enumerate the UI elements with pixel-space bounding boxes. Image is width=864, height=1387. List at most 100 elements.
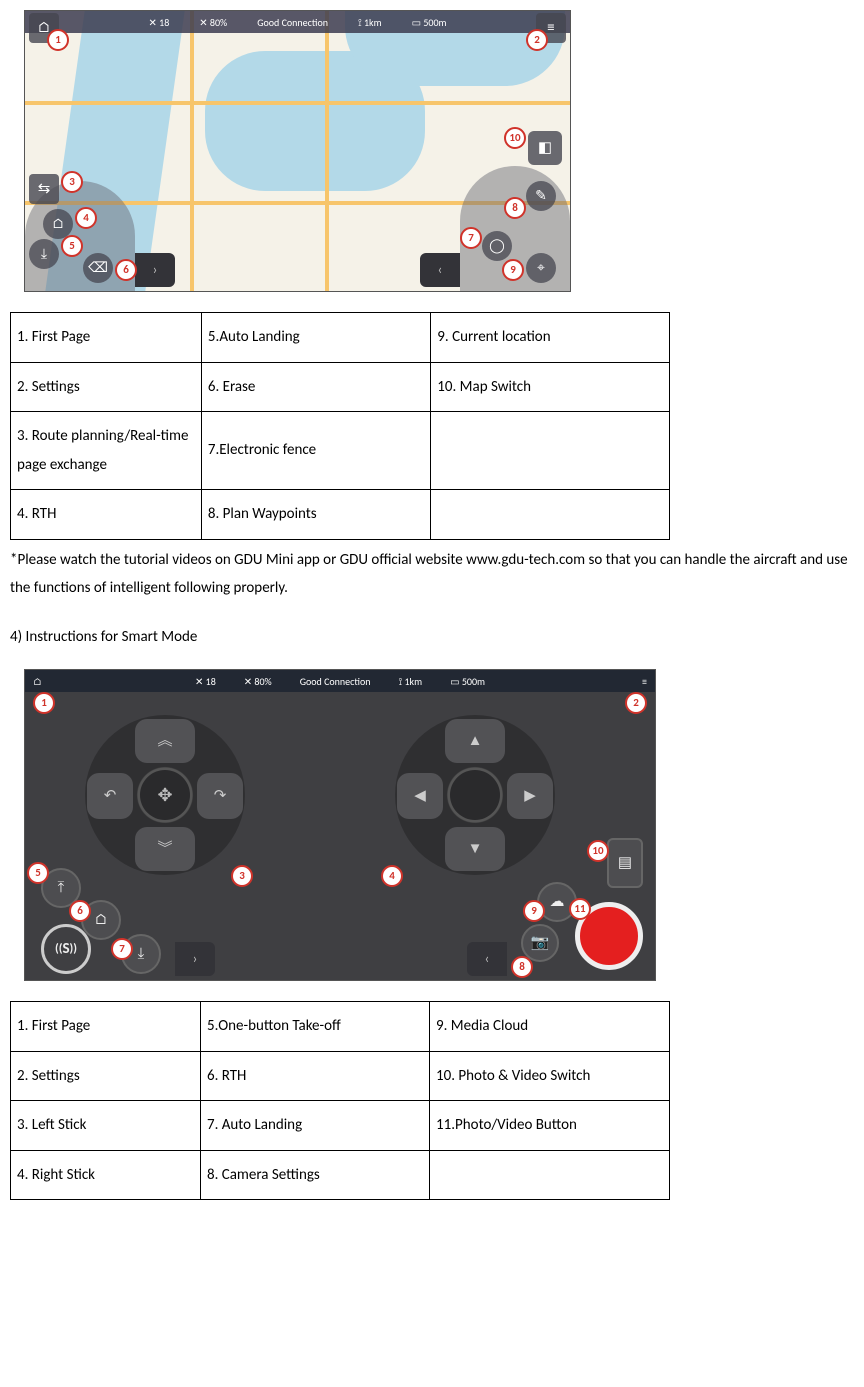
callout-4: 4	[381, 865, 403, 887]
stick-left[interactable]: ◀	[397, 773, 443, 819]
table-row: 4. RTH 8. Plan Waypoints	[11, 490, 670, 540]
table-row: 1. First Page 5.Auto Landing 9. Current …	[11, 313, 670, 363]
stick-hub	[450, 770, 500, 820]
cell: 7.Electronic fence	[201, 412, 430, 490]
battery-icon: ✕ 80%	[199, 13, 227, 32]
stick-down[interactable]: ▼	[445, 827, 505, 871]
table-row: 2. Settings 6. RTH 10. Photo & Video Swi…	[11, 1051, 670, 1101]
stick-right[interactable]: ↷	[197, 773, 243, 819]
cell	[430, 1150, 670, 1200]
cell	[431, 490, 670, 540]
connection-status: Good Connection	[300, 672, 371, 691]
cell: 4. Right Stick	[11, 1150, 201, 1200]
connection-status: Good Connection	[257, 13, 328, 32]
batt-value: 80%	[254, 675, 271, 688]
sat-readout: ✕ 18	[195, 672, 216, 691]
callout-1: 1	[33, 692, 55, 714]
cell: 6. RTH	[200, 1051, 429, 1101]
smart-mode-button[interactable]: ((S))	[41, 924, 91, 974]
photo-video-switch[interactable]: ▤	[607, 838, 643, 888]
home-icon[interactable]: ⌂	[33, 672, 42, 691]
road	[325, 11, 329, 291]
road	[25, 101, 570, 105]
table-row: 1. First Page 5.One-button Take-off 9. M…	[11, 1002, 670, 1052]
height-value: 500m	[462, 675, 485, 688]
cell: 2. Settings	[11, 1051, 201, 1101]
map-switch-button[interactable]: ◧	[528, 131, 562, 165]
cell: 6. Erase	[201, 362, 430, 412]
figure-smart-mode: ⌂ ✕ 18 ✕ 80% Good Connection ⟟ 1km ▭ 500…	[24, 669, 656, 981]
stick-right[interactable]: ▶	[507, 773, 553, 819]
callout-7: 7	[111, 938, 133, 960]
stick-left[interactable]: ↶	[87, 773, 133, 819]
batt-value: 80%	[210, 16, 227, 29]
status-bar: ⌂ ✕ 18 ✕ 80% Good Connection ⟟ 1km ▭ 500…	[25, 670, 655, 692]
sat-value: 18	[159, 16, 169, 29]
section-heading: 4) Instructions for Smart Mode	[10, 623, 854, 652]
expand-right-button[interactable]: ‹	[467, 942, 507, 976]
callout-6: 6	[115, 259, 137, 281]
callout-11: 11	[569, 898, 591, 920]
callout-2: 2	[526, 29, 548, 51]
cell: 10. Map Switch	[431, 362, 670, 412]
cell: 10. Photo & Video Switch	[430, 1051, 670, 1101]
left-stick[interactable]: ︽ ︾ ↶ ↷ ✥	[85, 715, 245, 875]
table-row: 3. Route planning/Real-time page exchang…	[11, 412, 670, 490]
cell: 3. Left Stick	[11, 1101, 201, 1151]
height-readout: ▭ 500m	[450, 672, 485, 691]
expand-left-button[interactable]: ›	[135, 253, 175, 287]
table-row: 2. Settings 6. Erase 10. Map Switch	[11, 362, 670, 412]
callout-8: 8	[511, 956, 533, 978]
page-exchange-button[interactable]: ⇆	[29, 174, 59, 204]
cell: 9. Current location	[431, 313, 670, 363]
sat-value: 18	[206, 675, 216, 688]
cell: 4. RTH	[11, 490, 202, 540]
stick-down[interactable]: ︾	[135, 827, 195, 871]
menu-icon[interactable]: ≡	[642, 672, 647, 691]
callout-5: 5	[27, 862, 49, 884]
stick-up[interactable]: ▲	[445, 719, 505, 763]
cell: 1. First Page	[11, 313, 202, 363]
cell: 11.Photo/Video Button	[430, 1101, 670, 1151]
callout-5: 5	[61, 235, 83, 257]
batt-readout: ✕ 80%	[244, 672, 272, 691]
road	[190, 11, 194, 291]
dist-readout: ⟟ 1km	[399, 672, 423, 691]
erase-button[interactable]: ⌫	[83, 253, 113, 283]
legend-table-1: 1. First Page 5.Auto Landing 9. Current …	[10, 312, 670, 540]
footnote-text: *Please watch the tutorial videos on GDU…	[10, 546, 854, 603]
callout-6: 6	[69, 900, 91, 922]
waypoint-button[interactable]: ✎	[526, 181, 556, 211]
status-bar: ✕ 18 ✕ 80% Good Connection ⟟ 1km ▭ 500m	[25, 11, 570, 33]
cell: 3. Route planning/Real-time page exchang…	[11, 412, 202, 490]
fence-button[interactable]: ◯	[482, 231, 512, 261]
cell: 1. First Page	[11, 1002, 201, 1052]
callout-7: 7	[460, 227, 482, 249]
legend-table-2: 1. First Page 5.One-button Take-off 9. M…	[10, 1001, 670, 1200]
cell: 9. Media Cloud	[430, 1002, 670, 1052]
stick-up[interactable]: ︽	[135, 719, 195, 763]
dist-value: 1km	[404, 675, 422, 688]
callout-8: 8	[504, 197, 526, 219]
location-button[interactable]: ⌖	[526, 253, 556, 283]
auto-landing-button[interactable]: ⤓	[29, 239, 59, 269]
cell	[431, 412, 670, 490]
height-value: 500m	[423, 16, 446, 29]
height-icon: ▭ 500m	[412, 13, 447, 32]
distance-icon: ⟟ 1km	[358, 13, 382, 32]
callout-2: 2	[625, 692, 647, 714]
table-row: 3. Left Stick 7. Auto Landing 11.Photo/V…	[11, 1101, 670, 1151]
callout-4: 4	[75, 207, 97, 229]
cell: 2. Settings	[11, 362, 202, 412]
expand-right-button[interactable]: ‹	[420, 253, 460, 287]
cell: 7. Auto Landing	[200, 1101, 429, 1151]
sat-icon: ✕ 18	[148, 13, 169, 32]
callout-1: 1	[47, 29, 69, 51]
callout-10: 10	[587, 840, 609, 862]
callout-9: 9	[502, 259, 524, 281]
cell: 5.One-button Take-off	[200, 1002, 429, 1052]
callout-3: 3	[61, 171, 83, 193]
right-stick[interactable]: ▲ ▼ ◀ ▶	[395, 715, 555, 875]
cell: 8. Plan Waypoints	[201, 490, 430, 540]
expand-left-button[interactable]: ›	[175, 942, 215, 976]
